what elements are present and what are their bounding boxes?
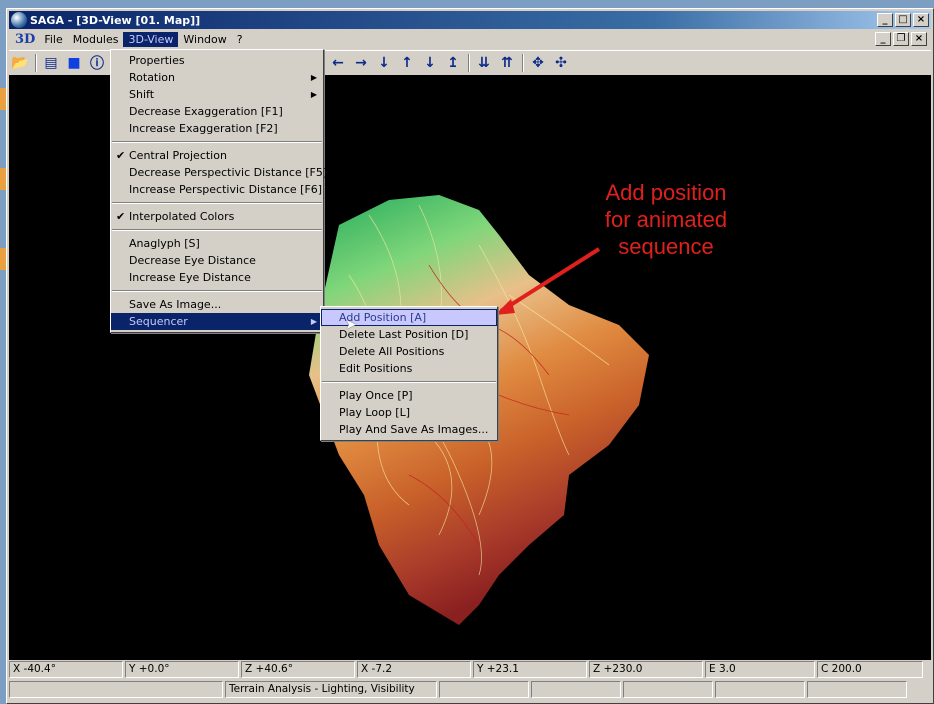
status-bar-coordinates: X -40.4° Y +0.0° Z +40.6° X -7.2 Y +23.1… <box>9 661 931 679</box>
menu-item-label: Anaglyph [S] <box>129 237 200 250</box>
menu-item-label: Decrease Exaggeration [F1] <box>129 105 283 118</box>
menu-item-anaglyph-s[interactable]: Anaglyph [S] <box>111 235 323 252</box>
arrow-right-icon[interactable]: → <box>350 53 372 73</box>
menu-separator <box>112 141 322 143</box>
menu-item-decrease-exaggeration-f1[interactable]: Decrease Exaggeration [F1] <box>111 103 323 120</box>
status-exaggeration: E 3.0 <box>705 661 815 678</box>
submenu-item-play-and-save-as-images[interactable]: Play And Save As Images... <box>321 421 497 438</box>
status-rot-x: X -40.4° <box>9 661 123 678</box>
status-central: C 200.0 <box>817 661 923 678</box>
menu-item-save-as-image[interactable]: Save As Image... <box>111 296 323 313</box>
annotation-text: Add position for animated sequence <box>604 180 728 259</box>
list-icon[interactable]: ▤ <box>40 53 62 73</box>
close-button[interactable]: × <box>913 13 929 27</box>
status-shift-x: X -7.2 <box>357 661 471 678</box>
menu-file[interactable]: File <box>39 32 67 47</box>
menu-item-interpolated-colors[interactable]: ✔ Interpolated Colors <box>111 208 323 225</box>
submenu-item-delete-all-positions[interactable]: Delete All Positions <box>321 343 497 360</box>
submenu-arrow-icon: ▶ <box>310 317 317 326</box>
status-rot-z: Z +40.6° <box>241 661 355 678</box>
status-cell <box>715 681 805 698</box>
3d-view-logo-icon: 3D <box>15 32 36 47</box>
status-cell <box>531 681 621 698</box>
blue-square-icon[interactable]: ■ <box>63 53 85 73</box>
status-tool-name: Terrain Analysis - Lighting, Visibility <box>225 681 437 698</box>
child-close-button[interactable]: × <box>911 32 927 46</box>
child-minimize-button[interactable]: _ <box>875 32 891 46</box>
menu-modules[interactable]: Modules <box>68 32 124 47</box>
menu-item-label: Edit Positions <box>339 362 413 375</box>
menu-separator <box>322 381 496 383</box>
submenu-item-play-loop-l[interactable]: Play Loop [L] <box>321 404 497 421</box>
menu-item-label: Shift <box>129 88 155 101</box>
arrow-down-icon[interactable]: ↓ <box>373 53 395 73</box>
menu-separator <box>112 290 322 292</box>
menu-help[interactable]: ? <box>232 32 248 47</box>
menu-item-decrease-eye-distance[interactable]: Decrease Eye Distance <box>111 252 323 269</box>
menu-item-label: Properties <box>129 54 185 67</box>
status-cell <box>439 681 529 698</box>
menu-item-increase-exaggeration-f2[interactable]: Increase Exaggeration [F2] <box>111 120 323 137</box>
menu-item-label: Delete Last Position [D] <box>339 328 469 341</box>
menu-item-label: Increase Perspectivic Distance [F6] <box>129 183 323 196</box>
menu-item-label: Rotation <box>129 71 176 84</box>
status-cell <box>9 681 223 698</box>
submenu-arrow-icon: ▶ <box>310 90 317 99</box>
move-out-icon[interactable]: ✣ <box>550 53 572 73</box>
maximize-button[interactable]: □ <box>895 13 911 27</box>
menu-item-label: Save As Image... <box>129 298 222 311</box>
status-rot-y: Y +0.0° <box>125 661 239 678</box>
status-shift-z: Z +230.0 <box>589 661 703 678</box>
submenu-item-play-once-p[interactable]: Play Once [P] <box>321 387 497 404</box>
title-bar: SAGA - [3D-View [01. Map]] _ □ × <box>9 11 931 29</box>
menu-item-decrease-perspectivic-distance-f5[interactable]: Decrease Perspectivic Distance [F5] <box>111 164 327 181</box>
menu-window[interactable]: Window <box>178 32 231 47</box>
saga-app-icon <box>11 12 27 28</box>
menu-item-label: Increase Eye Distance <box>129 271 251 284</box>
menu-item-label: Play And Save As Images... <box>339 423 489 436</box>
menu-item-label: Play Loop [L] <box>339 406 411 419</box>
child-restore-button[interactable]: ❐ <box>893 32 909 46</box>
scale-down-icon[interactable]: ⇊ <box>473 53 495 73</box>
menu-item-label: Interpolated Colors <box>129 210 235 223</box>
arrow-down-icon[interactable]: ↓ <box>419 53 441 73</box>
info-icon[interactable]: ⓘ <box>86 53 108 73</box>
menu-item-label: Play Once [P] <box>339 389 413 402</box>
menu-item-increase-eye-distance[interactable]: Increase Eye Distance <box>111 269 323 286</box>
arrow-left-icon[interactable]: ← <box>327 53 349 73</box>
menu-item-increase-perspectivic-distance-f6[interactable]: Increase Perspectivic Distance [F6] <box>111 181 323 198</box>
menu-item-label: Decrease Eye Distance <box>129 254 256 267</box>
menu-item-central-projection[interactable]: ✔ Central Projection <box>111 147 323 164</box>
checkmark-icon: ✔ <box>116 149 126 162</box>
submenu-item-edit-positions[interactable]: Edit Positions <box>321 360 497 377</box>
status-cell <box>807 681 907 698</box>
minimize-button[interactable]: _ <box>877 13 893 27</box>
menu-item-label: Sequencer <box>129 315 188 328</box>
arrow-up-bar-icon[interactable]: ↥ <box>442 53 464 73</box>
submenu-arrow-icon: ▶ <box>310 73 317 82</box>
menu-separator <box>112 229 322 231</box>
mouse-cursor-icon: ➤ <box>345 317 357 333</box>
arrow-up-icon[interactable]: ↑ <box>396 53 418 73</box>
3d-view-menu: Properties Rotation ▶ Shift ▶ Decrease Exagge… <box>110 49 327 333</box>
open-folder-icon[interactable]: 📂 <box>9 53 31 73</box>
menu-item-rotation[interactable]: Rotation ▶ <box>111 69 323 86</box>
checkmark-icon: ✔ <box>116 210 126 223</box>
menu-separator <box>112 202 322 204</box>
menu-bar: 3D File Modules 3D-View Window ? _ ❐ × <box>9 30 931 49</box>
menu-item-label: Delete All Positions <box>339 345 445 358</box>
window-title: SAGA - [3D-View [01. Map]] <box>30 13 201 27</box>
menu-item-properties[interactable]: Properties <box>111 52 323 69</box>
menu-3d-view[interactable]: 3D-View <box>123 32 179 47</box>
scale-up-icon[interactable]: ⇈ <box>496 53 518 73</box>
menu-item-label: Decrease Perspectivic Distance [F5] <box>129 166 328 179</box>
menu-item-label: Increase Exaggeration [F2] <box>129 122 278 135</box>
status-cell <box>623 681 713 698</box>
menu-item-shift[interactable]: Shift ▶ <box>111 86 323 103</box>
status-bar: Terrain Analysis - Lighting, Visibility <box>9 681 931 699</box>
menu-item-sequencer[interactable]: Sequencer ▶ <box>111 313 323 330</box>
move-in-icon[interactable]: ✥ <box>527 53 549 73</box>
menu-item-label: Central Projection <box>129 149 227 162</box>
status-shift-y: Y +23.1 <box>473 661 587 678</box>
